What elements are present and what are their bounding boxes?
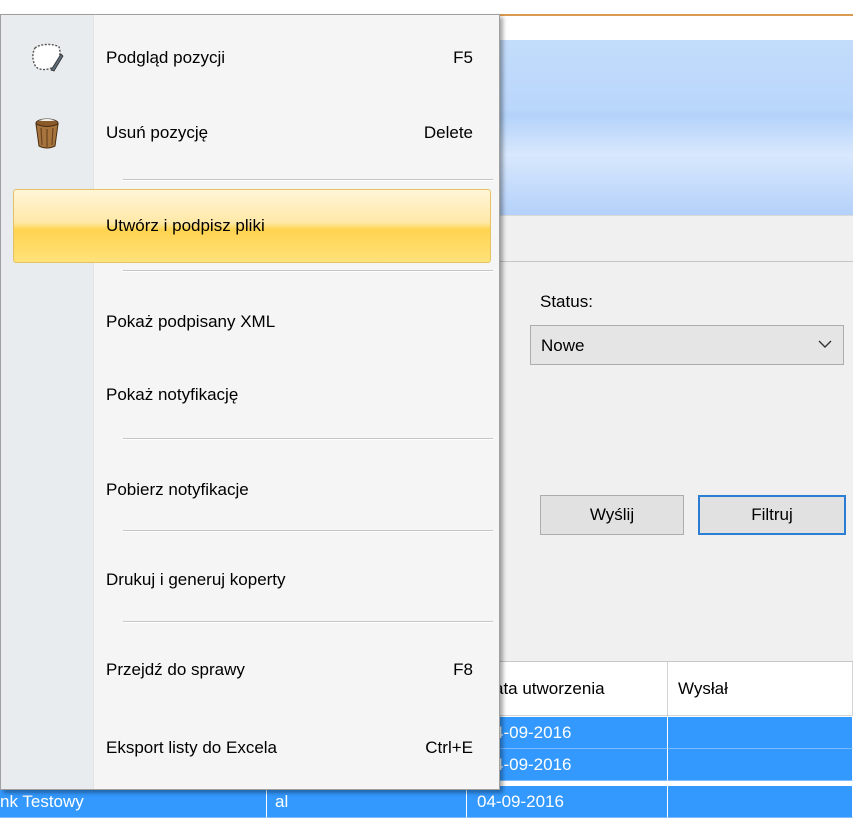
menu-item-label: Eksport listy do Excela xyxy=(106,738,278,757)
send-button[interactable]: Wyślij xyxy=(540,495,684,535)
status-label: Status: xyxy=(540,292,593,311)
status-dropdown[interactable]: Nowe xyxy=(530,325,844,365)
table-row[interactable] xyxy=(668,786,853,818)
menu-item-shortcut: Delete xyxy=(423,123,473,142)
menu-item-show-notification[interactable]: Pokaż notyfikację xyxy=(1,370,499,420)
status-dropdown-value: Nowe xyxy=(541,336,585,355)
menu-item-go-to-case[interactable]: Przejdź do sprawy F8 xyxy=(1,645,499,695)
menu-item-create-sign-files[interactable]: Utwórz i podpisz pliki xyxy=(13,189,491,263)
table-row[interactable]: 4-09-2016 xyxy=(490,749,668,781)
menu-item-delete[interactable]: Usuń pozycję Delete xyxy=(1,108,499,158)
column-header-creation-date[interactable]: ata utworzenia xyxy=(490,662,668,716)
table-row[interactable]: 4-09-2016 xyxy=(490,717,668,749)
filter-button[interactable]: Filtruj xyxy=(698,495,846,535)
menu-item-label: Pobierz notyfikacje xyxy=(106,480,249,499)
chevron-down-icon xyxy=(818,340,832,348)
menu-item-shortcut: F5 xyxy=(453,48,473,67)
menu-separator xyxy=(123,530,493,532)
menu-item-preview[interactable]: Podgląd pozycji F5 xyxy=(1,33,499,83)
context-menu: Podgląd pozycji F5 Usuń pozycję Delete U… xyxy=(0,14,500,790)
menu-item-show-signed-xml[interactable]: Pokaż podpisany XML xyxy=(1,297,499,347)
cell-date: 4-09-2016 xyxy=(494,755,572,774)
menu-item-label: Usuń pozycję xyxy=(106,123,209,142)
trash-bin-icon xyxy=(35,118,59,149)
table-row[interactable] xyxy=(668,749,853,781)
table-row[interactable]: al xyxy=(267,786,467,818)
menu-separator xyxy=(123,270,493,272)
menu-item-label: Pokaż podpisany XML xyxy=(106,312,276,331)
preview-icon xyxy=(32,43,64,72)
menu-item-export-excel[interactable]: Eksport listy do Excela Ctrl+E xyxy=(1,723,499,773)
table-row[interactable]: 04-09-2016 xyxy=(467,786,668,818)
cell-name: nk Testowy xyxy=(0,792,84,811)
table-row[interactable] xyxy=(668,717,853,749)
menu-item-label: Przejdź do sprawy xyxy=(106,660,245,679)
menu-item-label: Podgląd pozycji xyxy=(106,48,226,67)
cell-user: al xyxy=(275,792,289,811)
menu-item-fetch-notifications[interactable]: Pobierz notyfikacje xyxy=(1,465,499,515)
menu-item-label: Drukuj i generuj koperty xyxy=(106,570,286,589)
menu-item-label: Pokaż notyfikację xyxy=(106,385,239,404)
table-row[interactable]: nk Testowy xyxy=(0,786,267,818)
menu-item-label: Utwórz i podpisz pliki xyxy=(106,216,265,235)
column-header-sent-by[interactable]: Wysłał xyxy=(668,662,853,716)
menu-separator xyxy=(123,438,493,440)
menu-separator xyxy=(123,179,493,181)
cell-date: 4-09-2016 xyxy=(494,723,572,742)
menu-item-print-envelopes[interactable]: Drukuj i generuj koperty xyxy=(1,555,499,605)
cell-date: 04-09-2016 xyxy=(477,792,564,811)
menu-item-shortcut: Ctrl+E xyxy=(425,738,473,757)
menu-item-shortcut: F8 xyxy=(453,660,473,679)
menu-separator xyxy=(123,621,493,623)
